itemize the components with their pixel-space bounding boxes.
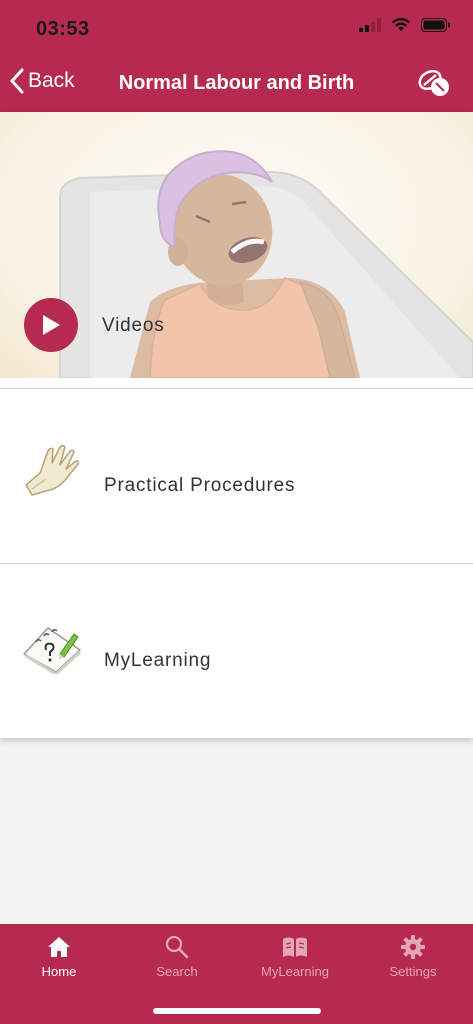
book-icon xyxy=(283,937,307,957)
mylearning-label: MyLearning xyxy=(104,650,212,671)
play-icon xyxy=(43,315,60,335)
status-icons xyxy=(359,18,451,32)
tab-search[interactable]: Search xyxy=(118,924,236,994)
tab-home-label: Home xyxy=(41,964,77,979)
navigation-bar: Back Normal Labour and Birth xyxy=(0,56,473,112)
mylearning-card[interactable]: MyLearning xyxy=(0,564,473,738)
tab-settings[interactable]: Settings xyxy=(354,924,472,994)
videos-card[interactable]: Videos xyxy=(0,112,473,378)
home-icon xyxy=(48,937,70,957)
practical-procedures-label: Practical Procedures xyxy=(104,475,296,496)
play-button[interactable] xyxy=(24,298,78,352)
tab-mylearning[interactable]: MyLearning xyxy=(236,924,354,994)
tab-mylearning-label: MyLearning xyxy=(261,964,329,979)
videos-label: Videos xyxy=(102,315,165,336)
search-icon xyxy=(165,935,189,959)
tab-home[interactable]: Home xyxy=(0,924,118,994)
battery-icon xyxy=(421,18,450,32)
drug-info-button[interactable] xyxy=(417,68,451,98)
practical-procedures-card[interactable]: Practical Procedures xyxy=(0,389,473,563)
wifi-icon xyxy=(391,18,411,31)
pill-icon xyxy=(418,69,449,96)
gear-icon xyxy=(401,935,425,959)
page-title: Normal Labour and Birth xyxy=(118,72,355,94)
glove-icon xyxy=(25,444,79,496)
status-time: 03:53 xyxy=(36,18,90,40)
notepad-icon xyxy=(23,627,82,674)
tab-search-label: Search xyxy=(156,964,198,979)
signal-icon xyxy=(359,18,381,32)
home-indicator[interactable] xyxy=(153,1008,321,1014)
topic-menu: Videos Practical Procedures MyLearning xyxy=(0,112,473,738)
status-bar: 03:53 xyxy=(0,0,473,56)
tab-settings-label: Settings xyxy=(389,964,437,979)
